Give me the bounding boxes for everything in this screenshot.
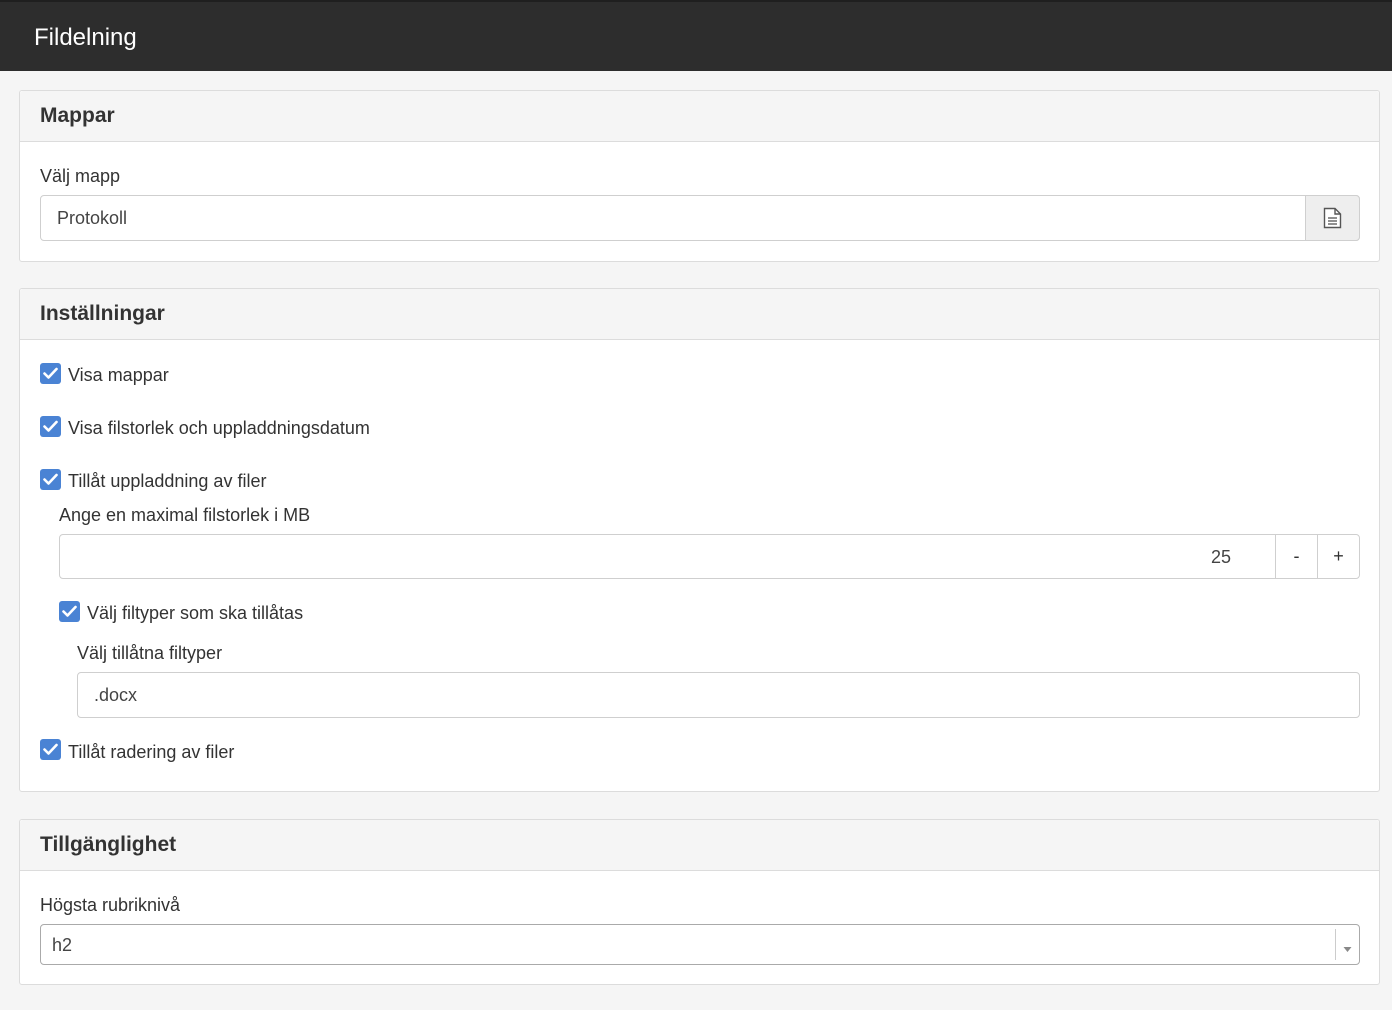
checkmark-icon (43, 473, 58, 485)
allow-delete-checkbox[interactable] (40, 739, 61, 760)
show-size-date-label[interactable]: Visa filstorlek och uppladdningsdatum (68, 418, 370, 439)
checkmark-icon (43, 367, 58, 379)
heading-level-value: h2 (52, 935, 73, 955)
checkmark-icon (62, 605, 77, 617)
accessibility-heading: Tillgänglighet (40, 833, 177, 856)
settings-panel-header: Inställningar (20, 289, 1379, 340)
allow-upload-checkbox[interactable] (40, 469, 61, 490)
heading-level-select[interactable]: h2 (40, 924, 1360, 965)
increment-button[interactable]: + (1317, 535, 1359, 578)
top-bar: Fildelning (0, 0, 1392, 71)
accessibility-panel: Tillgänglighet Högsta rubriknivå h2 (19, 819, 1380, 985)
allowed-types-label: Välj tillåtna filtyper (77, 643, 223, 663)
folders-panel: Mappar Välj mapp Protokoll (19, 90, 1380, 262)
accessibility-panel-header: Tillgänglighet (20, 820, 1379, 871)
max-size-value[interactable]: 25 (1211, 547, 1231, 568)
heading-level-label: Högsta rubriknivå (40, 895, 181, 915)
folders-heading: Mappar (40, 104, 115, 127)
folder-browse-button[interactable] (1305, 195, 1360, 241)
allowed-types-input[interactable]: .docx (77, 672, 1360, 718)
folder-input[interactable]: Protokoll (40, 195, 1360, 241)
show-folders-label[interactable]: Visa mappar (68, 365, 169, 386)
choose-types-label[interactable]: Välj filtyper som ska tillåtas (87, 603, 303, 624)
settings-panel: Inställningar Visa mappar Visa filstorle… (19, 288, 1380, 792)
show-size-date-checkbox[interactable] (40, 416, 61, 437)
folders-panel-header: Mappar (20, 91, 1379, 142)
settings-heading: Inställningar (40, 302, 165, 325)
max-size-label: Ange en maximal filstorlek i MB (59, 505, 311, 525)
document-icon (1323, 207, 1342, 234)
allowed-types-value: .docx (94, 685, 138, 705)
folder-select-label: Välj mapp (40, 166, 121, 186)
app-title: Fildelning (34, 24, 137, 51)
allow-upload-label[interactable]: Tillåt uppladdning av filer (68, 471, 266, 492)
chevron-down-icon[interactable] (1343, 940, 1352, 958)
show-folders-checkbox[interactable] (40, 363, 61, 384)
max-size-stepper[interactable]: 25 - + (59, 534, 1360, 579)
checkmark-icon (43, 743, 58, 755)
allow-delete-label[interactable]: Tillåt radering av filer (68, 742, 234, 763)
folder-input-value: Protokoll (57, 208, 128, 228)
checkmark-icon (43, 420, 58, 432)
decrement-button[interactable]: - (1275, 535, 1317, 578)
dropdown-divider (1335, 929, 1336, 960)
choose-types-checkbox[interactable] (59, 601, 80, 622)
